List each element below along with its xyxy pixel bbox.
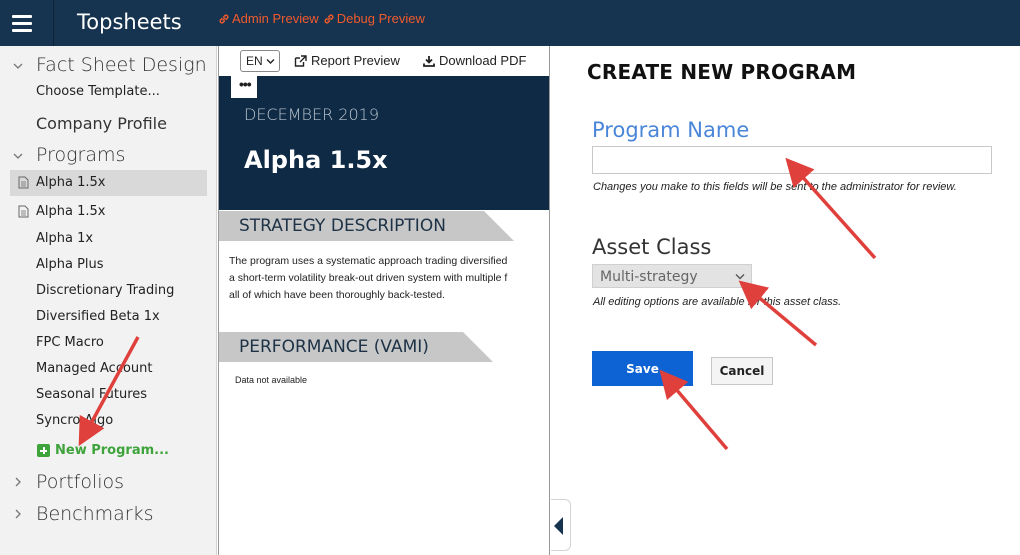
download-pdf-button[interactable]: Download PDF <box>423 53 526 68</box>
topbar-divider <box>53 0 54 46</box>
program-name-help: Changes you make to this fields will be … <box>593 181 957 193</box>
collapse-panel-toggle[interactable] <box>551 499 571 551</box>
report-date: DECEMBER 2019 <box>244 105 380 124</box>
language-value: EN <box>246 54 263 68</box>
sidebar-item-program[interactable]: Discretionary Trading <box>36 283 174 298</box>
asset-class-select[interactable]: Multi-strategy <box>592 264 752 288</box>
chevron-down-icon[interactable] <box>12 150 24 162</box>
link-icon <box>219 14 229 23</box>
chevron-right-icon[interactable] <box>12 508 24 520</box>
create-program-form: CREATE NEW PROGRAM Program Name Changes … <box>551 46 1020 555</box>
strategy-line: all of which have been thoroughly back-t… <box>229 289 445 301</box>
link-icon <box>324 14 334 23</box>
program-name-label: Program Name <box>592 118 750 142</box>
performance-heading: PERFORMANCE (VAMI) <box>239 337 429 357</box>
sidebar-section-portfolios[interactable]: Portfolios <box>36 471 124 493</box>
performance-heading-band: PERFORMANCE (VAMI) <box>219 332 463 362</box>
chevron-down-icon <box>735 274 745 280</box>
asset-class-help: All editing options are available for th… <box>593 296 842 308</box>
sidebar-section-fact-sheet-design[interactable]: Fact Sheet Design <box>36 54 207 76</box>
form-title: CREATE NEW PROGRAM <box>587 60 857 84</box>
external-link-icon <box>294 54 307 67</box>
new-program-link[interactable]: New Program... <box>55 443 169 458</box>
debug-preview-label: Debug Preview <box>336 11 425 26</box>
debug-preview-link[interactable]: Debug Preview <box>323 11 425 26</box>
save-button[interactable]: Save <box>592 351 693 386</box>
cancel-button[interactable]: Cancel <box>711 357 773 385</box>
language-select[interactable]: EN <box>240 50 280 72</box>
sidebar: Fact Sheet Design Choose Template... Com… <box>0 46 217 555</box>
document-icon <box>18 176 29 189</box>
hamburger-menu-icon[interactable] <box>0 0 44 46</box>
sidebar-item-program[interactable]: Alpha 1.5x <box>36 175 105 190</box>
sidebar-item-program[interactable]: Diversified Beta 1x <box>36 309 160 324</box>
sidebar-item-program[interactable]: FPC Macro <box>36 335 104 350</box>
sidebar-section-programs[interactable]: Programs <box>36 144 125 166</box>
document-icon <box>18 205 29 218</box>
chevron-down-icon[interactable] <box>12 60 24 72</box>
chevron-down-icon <box>266 59 275 64</box>
no-data-message: Data not available <box>235 375 308 385</box>
plus-icon <box>37 444 50 457</box>
sidebar-section-benchmarks[interactable]: Benchmarks <box>36 503 154 525</box>
report-preview-label: Report Preview <box>311 53 400 68</box>
download-pdf-label: Download PDF <box>439 53 527 68</box>
caret-left-icon <box>554 517 563 535</box>
report-preview-panel: EN Report Preview Download PDF DECEMBER … <box>218 46 550 555</box>
chevron-right-icon[interactable] <box>12 476 24 488</box>
strategy-heading: STRATEGY DESCRIPTION <box>239 216 446 236</box>
sidebar-item-company-profile[interactable]: Company Profile <box>36 114 167 133</box>
sidebar-item-program[interactable]: Alpha 1x <box>36 231 93 246</box>
report-preview-button[interactable]: Report Preview <box>294 53 400 68</box>
download-icon <box>423 55 435 67</box>
admin-preview-link[interactable]: Admin Preview <box>218 11 319 26</box>
top-bar: Topsheets Admin Preview Debug Preview <box>0 0 1020 46</box>
strategy-line: a short-term volatility break-out driven… <box>229 272 508 284</box>
strategy-description: The program uses a systematic approach t… <box>229 253 549 304</box>
app-title: Topsheets <box>77 10 182 34</box>
sidebar-item-program[interactable]: Alpha 1.5x <box>36 204 105 219</box>
asset-class-label: Asset Class <box>592 235 712 259</box>
admin-preview-label: Admin Preview <box>232 11 319 26</box>
sidebar-item-program[interactable]: Syncro Algo <box>36 413 113 428</box>
report-hero: DECEMBER 2019 Alpha 1.5x <box>219 76 549 210</box>
program-name-input[interactable] <box>592 146 992 174</box>
more-options-icon[interactable]: ••• <box>231 76 257 98</box>
report-title: Alpha 1.5x <box>244 146 388 174</box>
sidebar-item-program[interactable]: Alpha Plus <box>36 257 104 272</box>
band-cut <box>463 332 493 362</box>
sidebar-item-program[interactable]: Seasonal Futures <box>36 387 147 402</box>
strategy-line: The program uses a systematic approach t… <box>229 255 508 267</box>
header-links: Admin Preview Debug Preview <box>218 11 425 26</box>
strategy-heading-band: STRATEGY DESCRIPTION <box>219 211 484 241</box>
band-cut <box>484 211 514 241</box>
asset-class-value: Multi-strategy <box>600 269 698 285</box>
sidebar-item-choose-template[interactable]: Choose Template... <box>36 84 160 99</box>
sidebar-item-program[interactable]: Managed Account <box>36 361 153 376</box>
